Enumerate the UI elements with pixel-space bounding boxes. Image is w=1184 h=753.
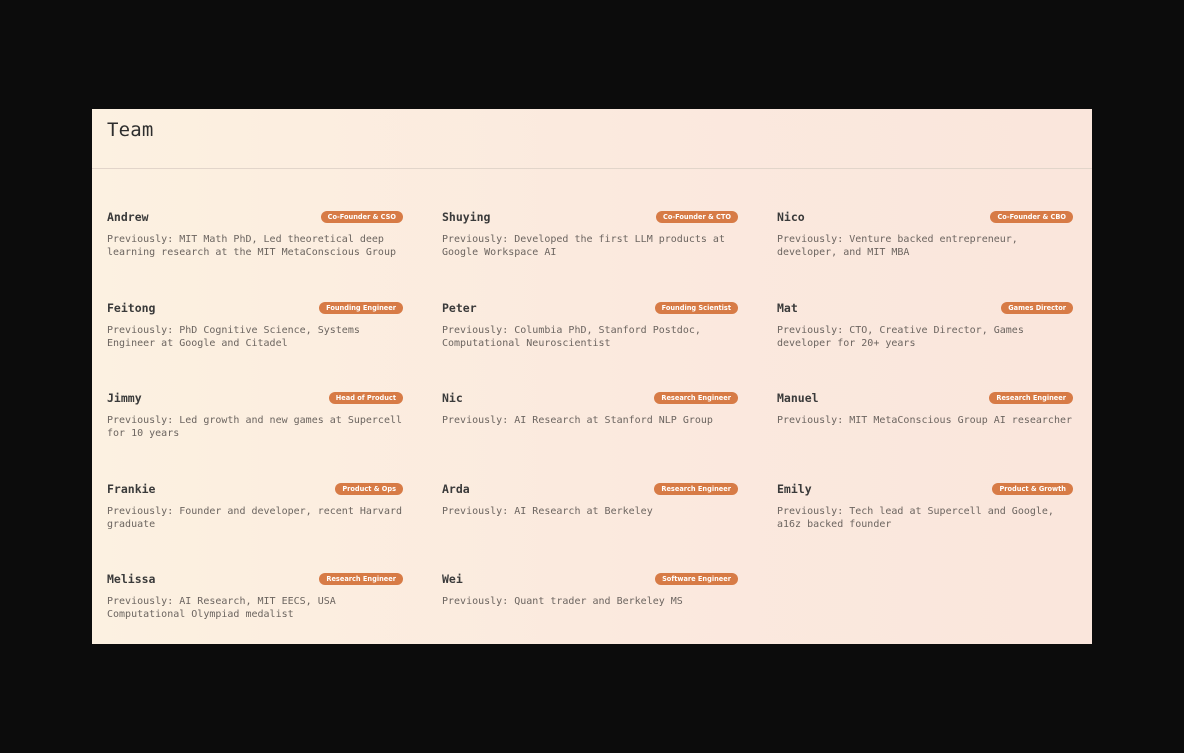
team-member-card: Nic Research Engineer Previously: AI Res… [442, 390, 738, 481]
team-member-card: Shuying Co-Founder & CTO Previously: Dev… [442, 209, 738, 300]
team-member-card: Frankie Product & Ops Previously: Founde… [107, 481, 403, 572]
team-member-header: Arda Research Engineer [442, 481, 738, 497]
team-member-name: Manuel [777, 391, 819, 405]
team-member-card: Arda Research Engineer Previously: AI Re… [442, 481, 738, 572]
team-member-bio: Previously: MIT Math PhD, Led theoretica… [107, 234, 396, 258]
team-member-name: Andrew [107, 210, 149, 224]
team-member-bio: Previously: CTO, Creative Director, Game… [777, 324, 1024, 349]
team-member-role-badge: Founding Scientist [654, 301, 738, 314]
team-title: Team [107, 119, 154, 141]
team-member-role-badge: Software Engineer [655, 573, 738, 585]
team-member-card: Melissa Research Engineer Previously: AI… [107, 571, 403, 644]
team-member-bio: Previously: Venture backed entrepreneur,… [777, 234, 1018, 258]
team-member-name: Emily [777, 481, 812, 496]
team-member-role-badge: Founding Engineer [319, 301, 403, 314]
team-member-name: Jimmy [107, 391, 142, 405]
team-member-bio: Previously: AI Research, MIT EECS, USA C… [107, 596, 336, 620]
team-member-header: Feitong Founding Engineer [107, 300, 403, 316]
team-member-role-badge: Product & Ops [335, 482, 403, 495]
team-member-card: Nico Co-Founder & CBO Previously: Ventur… [777, 209, 1073, 300]
team-member-header: Shuying Co-Founder & CTO [442, 209, 738, 225]
team-member-bio: Previously: AI Research at Stanford NLP … [442, 415, 713, 426]
team-member-role-badge: Research Engineer [319, 573, 403, 585]
team-member-name: Nic [442, 391, 463, 405]
team-member-card: Mat Games Director Previously: CTO, Crea… [777, 300, 1073, 391]
team-member-role-badge: Product & Growth [992, 482, 1073, 495]
team-member-header: Melissa Research Engineer [107, 571, 403, 587]
team-member-header: Emily Product & Growth [777, 481, 1073, 497]
team-member-role-badge: Research Engineer [654, 482, 738, 495]
team-panel: Team Andrew Co-Founder & CSO Previously:… [92, 109, 1092, 644]
team-member-name: Melissa [107, 572, 156, 586]
team-member-header: Wei Software Engineer [442, 571, 738, 587]
team-member-header: Jimmy Head of Product [107, 390, 403, 406]
team-member-name: Shuying [442, 210, 491, 224]
team-member-card: Manuel Research Engineer Previously: MIT… [777, 390, 1073, 481]
team-member-bio: Previously: Quant trader and Berkeley MS [442, 596, 683, 607]
team-member-bio: Previously: Columbia PhD, Stanford Postd… [442, 324, 701, 349]
team-member-header: Manuel Research Engineer [777, 390, 1073, 406]
team-member-header: Nico Co-Founder & CBO [777, 209, 1073, 225]
team-member-role-badge: Co-Founder & CTO [656, 211, 738, 223]
team-member-role-badge: Research Engineer [654, 392, 738, 404]
team-member-name: Arda [442, 481, 470, 496]
team-member-card: Jimmy Head of Product Previously: Led gr… [107, 390, 403, 481]
team-member-bio: Previously: Tech lead at Supercell and G… [777, 505, 1054, 530]
team-member-name: Peter [442, 300, 477, 315]
team-member-card: Wei Software Engineer Previously: Quant … [442, 571, 738, 644]
team-member-bio: Previously: Led growth and new games at … [107, 415, 403, 439]
team-member-role-badge: Co-Founder & CBO [990, 211, 1073, 223]
team-member-header: Frankie Product & Ops [107, 481, 403, 497]
team-grid: Andrew Co-Founder & CSO Previously: MIT … [107, 209, 1073, 644]
team-member-bio: Previously: AI Research at Berkeley [442, 505, 653, 517]
team-member-header: Andrew Co-Founder & CSO [107, 209, 403, 225]
team-member-header: Peter Founding Scientist [442, 300, 738, 316]
team-member-name: Frankie [107, 481, 156, 496]
team-member-name: Mat [777, 300, 798, 315]
team-member-role-badge: Head of Product [328, 392, 403, 404]
team-member-bio: Previously: MIT MetaConscious Group AI r… [777, 415, 1073, 426]
team-member-name: Feitong [107, 300, 156, 315]
team-member-card: Feitong Founding Engineer Previously: Ph… [107, 300, 403, 391]
team-member-name: Nico [777, 210, 805, 224]
team-member-role-badge: Co-Founder & CSO [320, 211, 403, 223]
team-member-header: Mat Games Director [777, 300, 1073, 316]
team-member-card: Andrew Co-Founder & CSO Previously: MIT … [107, 209, 403, 300]
team-member-role-badge: Research Engineer [989, 392, 1073, 404]
team-member-header: Nic Research Engineer [442, 390, 738, 406]
team-member-role-badge: Games Director [1001, 301, 1073, 314]
team-member-bio: Previously: PhD Cognitive Science, Syste… [107, 324, 360, 349]
team-header: Team [92, 109, 1092, 169]
team-member-name: Wei [442, 572, 463, 586]
team-member-bio: Previously: Founder and developer, recen… [107, 505, 403, 530]
team-member-card: Peter Founding Scientist Previously: Col… [442, 300, 738, 391]
team-member-card: Emily Product & Growth Previously: Tech … [777, 481, 1073, 572]
team-member-bio: Previously: Developed the first LLM prod… [442, 234, 725, 258]
